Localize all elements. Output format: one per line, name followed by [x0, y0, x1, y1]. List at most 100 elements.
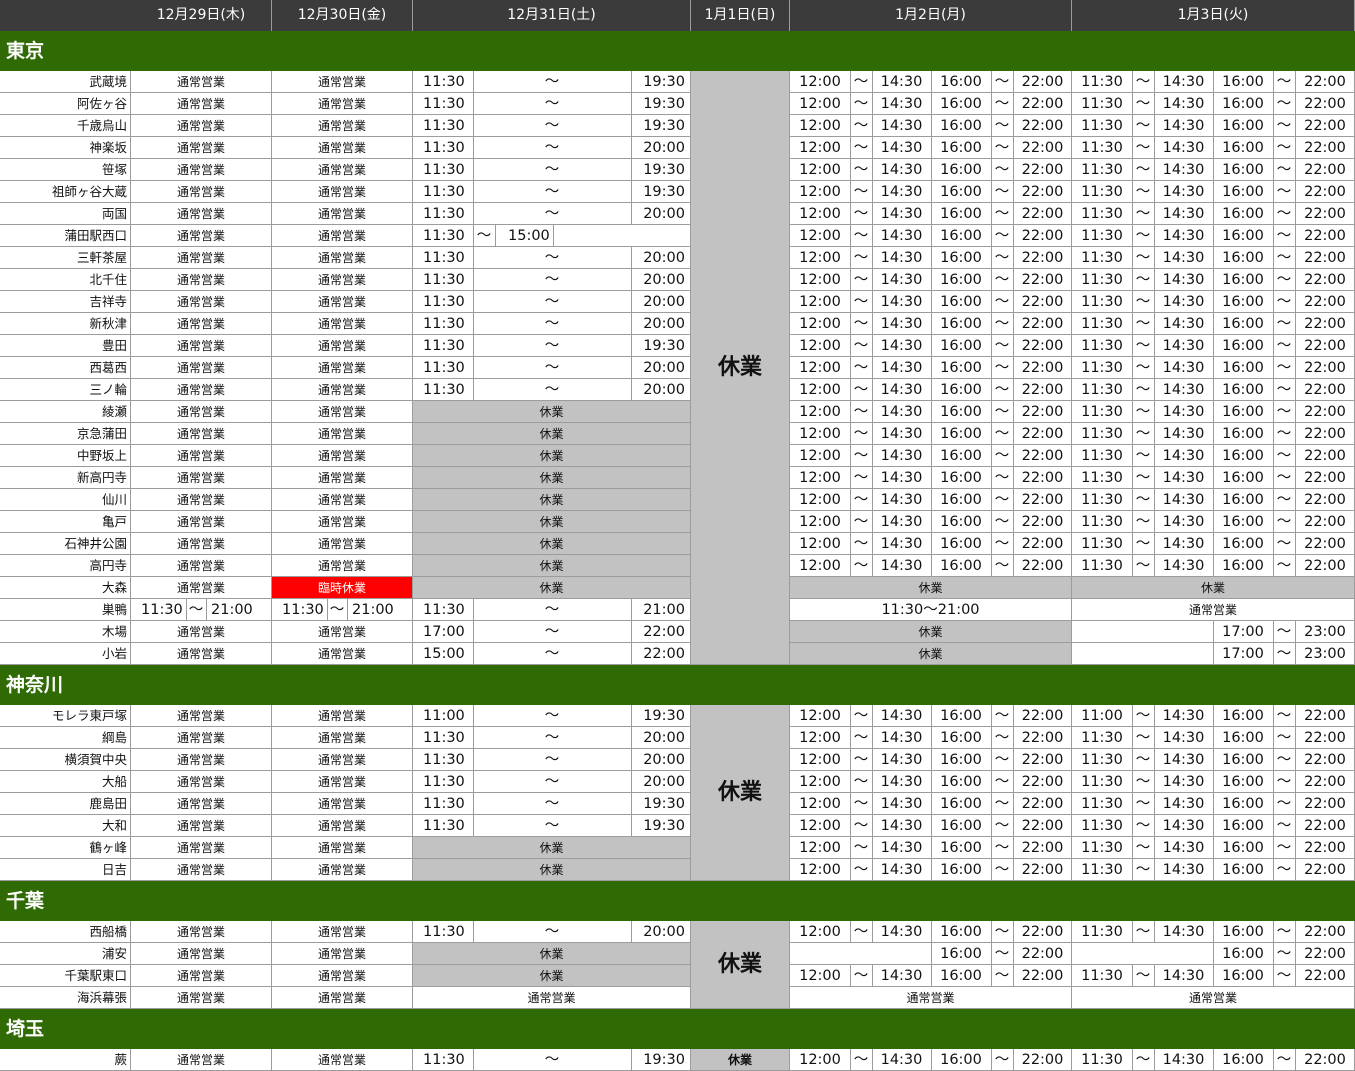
close-1: 14:30: [1162, 382, 1205, 398]
close-2: 22:00: [1021, 924, 1064, 940]
close-2: 22:00: [1021, 862, 1064, 878]
store-name: 小岩: [0, 643, 131, 665]
cell-jan2: 12:00 ～ 14:30 16:00 ～ 22:00: [790, 727, 1072, 749]
open-2: 16:00: [1222, 140, 1264, 156]
tilde: ～: [1135, 250, 1151, 266]
close-1: 14:30: [880, 818, 923, 834]
close-2: 22:00: [1304, 470, 1346, 486]
tilde: ～: [1276, 316, 1292, 332]
column-header-1: 12月29日(木): [131, 0, 272, 31]
cell-dec31: 11:30 ～ 21:00: [413, 599, 691, 621]
cell-jan3: 11:30 ～ 14:30 16:00 ～ 22:00: [1072, 71, 1355, 93]
cell-jan2: 12:00 ～ 14:30 16:00 ～ 22:00: [790, 357, 1072, 379]
close-1: 14:30: [880, 338, 923, 354]
store-name: 亀戸: [0, 511, 131, 533]
cell-jan3: 11:30 ～ 14:30 16:00 ～ 22:00: [1072, 837, 1355, 859]
close-2: 22:00: [1021, 1052, 1064, 1068]
cell-dec29: 11:30 ～ 21:00: [131, 599, 272, 621]
tilde: ～: [853, 228, 869, 244]
cell-jan3: 11:30 ～ 14:30 16:00 ～ 22:00: [1072, 423, 1355, 445]
tilde: ～: [853, 862, 869, 878]
cell-jan3: 11:30 ～ 14:30 16:00 ～ 22:00: [1072, 335, 1355, 357]
close-1: 14:30: [880, 96, 923, 112]
tilde: ～: [1276, 946, 1292, 962]
cell-jan2: 12:00 ～ 14:30 16:00 ～ 22:00: [790, 137, 1072, 159]
tilde: ～: [853, 752, 869, 768]
store-name: 綱島: [0, 727, 131, 749]
open-2: 16:00: [940, 316, 982, 332]
open-1: 11:30: [1081, 536, 1123, 552]
close-2: 22:00: [1304, 774, 1346, 790]
column-header-5: 1月2日(月): [790, 0, 1072, 31]
cell-dec31: 通常営業: [413, 987, 691, 1009]
cell-dec30: 通常営業: [272, 621, 413, 643]
cell-dec30: 通常営業: [272, 793, 413, 815]
close-1: 14:30: [880, 536, 923, 552]
tilde: ～: [853, 924, 869, 940]
cell-dec29: 通常営業: [131, 401, 272, 423]
close-2: 22:00: [1021, 338, 1064, 354]
open-1: 12:00: [799, 470, 841, 486]
open-2: 16:00: [1222, 74, 1264, 90]
open-1: 11:30: [1081, 1052, 1123, 1068]
cell-dec31: 休業: [413, 943, 691, 965]
store-name: 大和: [0, 815, 131, 837]
close-time: 20:00: [643, 924, 685, 940]
cell-dec29: 通常営業: [131, 577, 272, 599]
open-1: 11:30: [1081, 862, 1123, 878]
open-1: 12:00: [799, 360, 841, 376]
close-2: 22:00: [1304, 426, 1346, 442]
tilde: ～: [1135, 558, 1151, 574]
open-2: 16:00: [940, 448, 982, 464]
open-1: 12:00: [799, 558, 841, 574]
cell-dec30: 通常営業: [272, 357, 413, 379]
cell-jan2: 通常営業: [790, 987, 1072, 1009]
tilde: ～: [1276, 228, 1292, 244]
tilde: ～: [853, 840, 869, 856]
cell-jan3: 11:30 ～ 14:30 16:00 ～ 22:00: [1072, 511, 1355, 533]
cell-dec30: 通常営業: [272, 335, 413, 357]
close-2: 22:00: [1304, 1052, 1346, 1068]
tilde: ～: [1135, 118, 1151, 134]
tilde: ～: [1135, 470, 1151, 486]
cell-dec31: 11:30 ～ 20:00: [413, 379, 691, 401]
cell-jan3: 11:30 ～ 14:30 16:00 ～ 22:00: [1072, 793, 1355, 815]
tilde: ～: [1135, 272, 1151, 288]
open-2: 16:00: [940, 796, 982, 812]
cell-jan2: 休業: [790, 643, 1072, 665]
tilde: ～: [1276, 558, 1292, 574]
tilde: ～: [1276, 206, 1292, 222]
cell-dec29: 通常営業: [131, 313, 272, 335]
tilde: ～: [1276, 968, 1292, 984]
close-2: 22:00: [1304, 96, 1346, 112]
cell-dec31: 15:00 ～ 22:00: [413, 643, 691, 665]
cell-jan3: 11:30 ～ 14:30 16:00 ～ 22:00: [1072, 401, 1355, 423]
store-name: 吉祥寺: [0, 291, 131, 313]
tilde: ～: [994, 492, 1010, 508]
close-2: 22:00: [1304, 818, 1346, 834]
close-2: 22:00: [1304, 924, 1346, 940]
close-2: 22:00: [1304, 730, 1346, 746]
close-1: 14:30: [880, 840, 923, 856]
cell-dec30: 通常営業: [272, 203, 413, 225]
open-time: 16:00: [1222, 946, 1264, 962]
open-1: 12:00: [799, 206, 841, 222]
store-name: 西葛西: [0, 357, 131, 379]
cell-dec31: 休業: [413, 837, 691, 859]
open-1: 11:30: [1081, 426, 1123, 442]
open-1: 11:30: [1081, 294, 1123, 310]
tilde: ～: [1276, 730, 1292, 746]
close-1: 14:30: [1162, 140, 1205, 156]
tilde: ～: [1135, 818, 1151, 834]
open-2: 16:00: [940, 206, 982, 222]
tilde: ～: [994, 316, 1010, 332]
cell-dec30: 通常営業: [272, 859, 413, 881]
cell-jan3: 11:30 ～ 14:30 16:00 ～ 22:00: [1072, 181, 1355, 203]
store-name: 綾瀬: [0, 401, 131, 423]
cell-jan3: 11:30 ～ 14:30 16:00 ～ 22:00: [1072, 313, 1355, 335]
cell-dec31: 11:30 ～ 20:00: [413, 357, 691, 379]
cell-dec31: 11:30 ～ 20:00: [413, 921, 691, 943]
close-1: 14:30: [880, 316, 923, 332]
open-time: 11:30: [282, 602, 324, 618]
tilde: ～: [853, 492, 869, 508]
